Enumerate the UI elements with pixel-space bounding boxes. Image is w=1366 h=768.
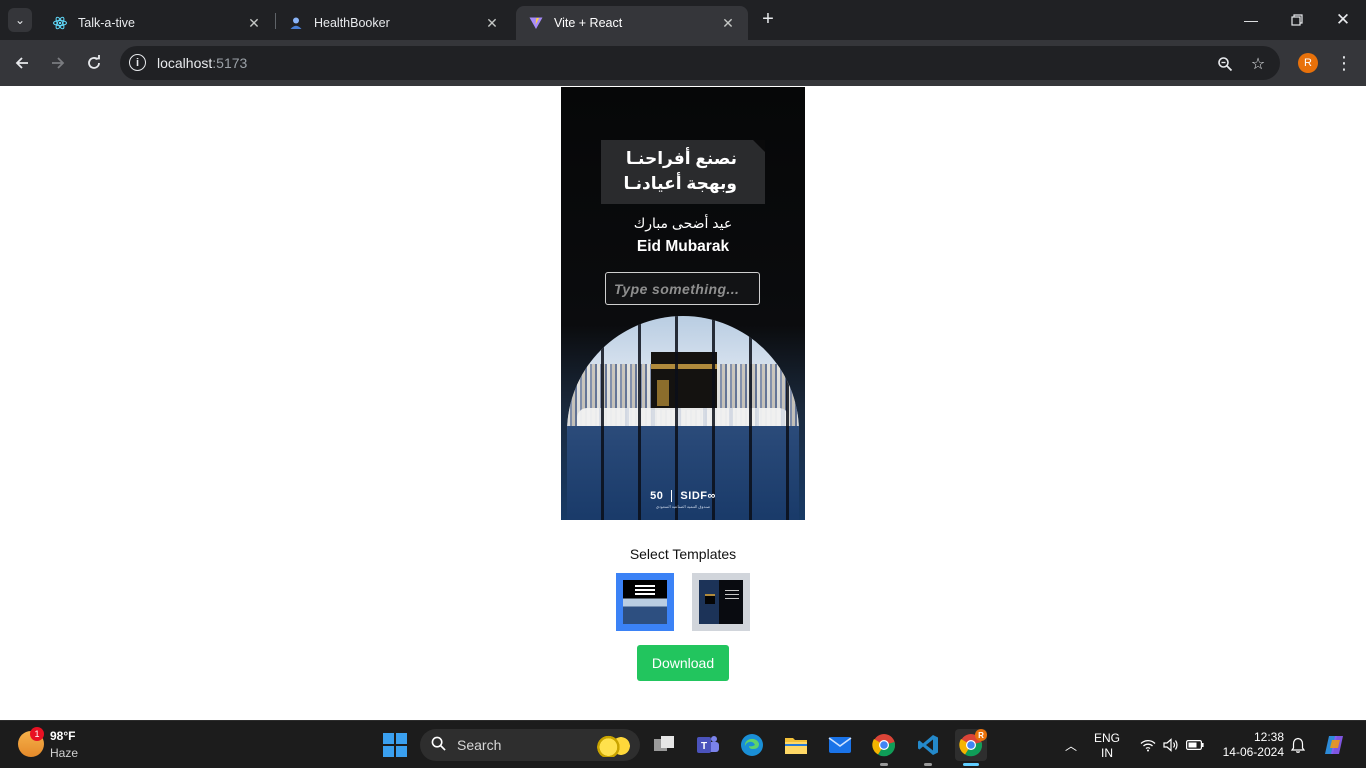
tab-vite-react[interactable]: Vite + React ✕ (516, 6, 748, 40)
site-info-icon[interactable]: i (129, 54, 146, 71)
weather-condition: Haze (50, 746, 79, 760)
running-indicator (924, 763, 932, 766)
wifi-icon[interactable] (1137, 721, 1159, 768)
tab-title: Talk-a-tive (78, 16, 135, 30)
notification-bell-icon[interactable] (1288, 721, 1308, 768)
greeting-english: Eid Mubarak (636, 238, 730, 255)
url-text: localhost:5173 (157, 55, 248, 71)
select-templates-label: Select Templates (629, 546, 737, 562)
tab-title: HealthBooker (314, 16, 390, 30)
chrome-active-icon[interactable]: R (955, 729, 987, 761)
active-indicator (963, 763, 979, 766)
back-arrow-icon[interactable] (10, 51, 34, 75)
new-tab-button[interactable]: + (758, 9, 778, 30)
close-icon[interactable]: ✕ (720, 15, 736, 31)
task-view-icon[interactable] (648, 729, 680, 761)
edge-icon[interactable] (736, 729, 768, 761)
browser-toolbar: i localhost:5173 ☆ R ⋮ (0, 40, 1366, 86)
battery-icon[interactable] (1184, 721, 1206, 768)
clock-time: 12:38 (1253, 730, 1284, 744)
zoom-icon[interactable] (1215, 54, 1235, 74)
volume-icon[interactable] (1160, 721, 1182, 768)
poster-banner: نصنع أفراحنـا وبهجة أعيادنـا (601, 140, 765, 204)
taskbar-search-box[interactable]: Search (420, 729, 640, 761)
user-avatar-icon (288, 15, 304, 31)
language-indicator[interactable]: ENG IN (1094, 731, 1120, 761)
tab-healthbooker[interactable]: HealthBooker ✕ (276, 6, 512, 40)
page-content: نصنع أفراحنـا وبهجة أعيادنـا عيد أضحى مب… (0, 86, 1366, 720)
close-icon[interactable]: ✕ (246, 15, 262, 31)
running-indicator (880, 763, 888, 766)
menu-dots-icon[interactable]: ⋮ (1334, 51, 1354, 75)
logo-sidf: SIDF∞ (680, 490, 716, 502)
copilot-icon[interactable] (1320, 721, 1348, 768)
poster-text-input[interactable] (605, 272, 760, 305)
window-close-icon[interactable]: ✕ (1331, 8, 1355, 32)
template-thumbnail-1[interactable] (616, 573, 674, 631)
address-bar[interactable]: i localhost:5173 ☆ (120, 46, 1280, 80)
poster-logos: 50 SIDF∞ صندوق التنمية الصناعية السعودي (561, 490, 805, 509)
search-label: Search (457, 737, 502, 753)
banner-line-2: وبهجة أعيادنـا (623, 174, 737, 193)
minimize-icon[interactable]: — (1239, 8, 1263, 32)
banner-line-1: نصنع أفراحنـا (625, 149, 737, 168)
teams-icon[interactable]: T (692, 729, 724, 761)
forward-arrow-icon[interactable] (46, 51, 70, 75)
tab-strip: ⌄ Talk-a-tive ✕ HealthBooker ✕ Vite + Re… (0, 0, 1366, 40)
weather-temperature: 98°F (50, 729, 76, 743)
reload-icon[interactable] (82, 51, 106, 75)
chrome-profile-icon[interactable] (868, 729, 900, 761)
chevron-up-icon[interactable]: ︿ (1060, 721, 1082, 768)
windows-start-icon[interactable] (383, 733, 407, 757)
tab-search-button[interactable]: ⌄ (8, 8, 32, 32)
notification-badge: 1 (30, 727, 44, 741)
greeting-arabic: عيد أضحى مبارك (633, 215, 733, 231)
clock-date: 14-06-2024 (1222, 745, 1284, 759)
vite-icon (528, 15, 544, 31)
restore-icon[interactable] (1285, 8, 1309, 32)
bookmark-star-icon[interactable]: ☆ (1248, 54, 1268, 74)
search-highlight-doodle-icon (594, 735, 630, 757)
logo-subtitle: صندوق التنمية الصناعية السعودي (655, 504, 711, 510)
tab-talk-a-tive[interactable]: Talk-a-tive ✕ (40, 6, 274, 40)
file-explorer-icon[interactable] (780, 729, 812, 761)
vscode-icon[interactable] (912, 729, 944, 761)
chrome-profile-badge: R (975, 729, 987, 741)
windows-taskbar: 1 98°F Haze Search T R ︿ ENG IN 12:38 14… (0, 720, 1366, 768)
react-icon (52, 15, 68, 31)
logo-50: 50 (650, 490, 664, 502)
mail-icon[interactable] (824, 729, 856, 761)
template-thumbnail-2[interactable] (692, 573, 750, 631)
search-icon (431, 736, 446, 755)
download-button[interactable]: Download (637, 645, 729, 681)
tab-title: Vite + React (554, 16, 623, 30)
close-icon[interactable]: ✕ (484, 15, 500, 31)
profile-avatar[interactable]: R (1298, 53, 1318, 73)
eid-poster-preview: نصنع أفراحنـا وبهجة أعيادنـا عيد أضحى مب… (561, 87, 805, 520)
system-clock[interactable]: 12:38 14-06-2024 (1218, 730, 1284, 760)
svg-text:T: T (701, 741, 707, 752)
